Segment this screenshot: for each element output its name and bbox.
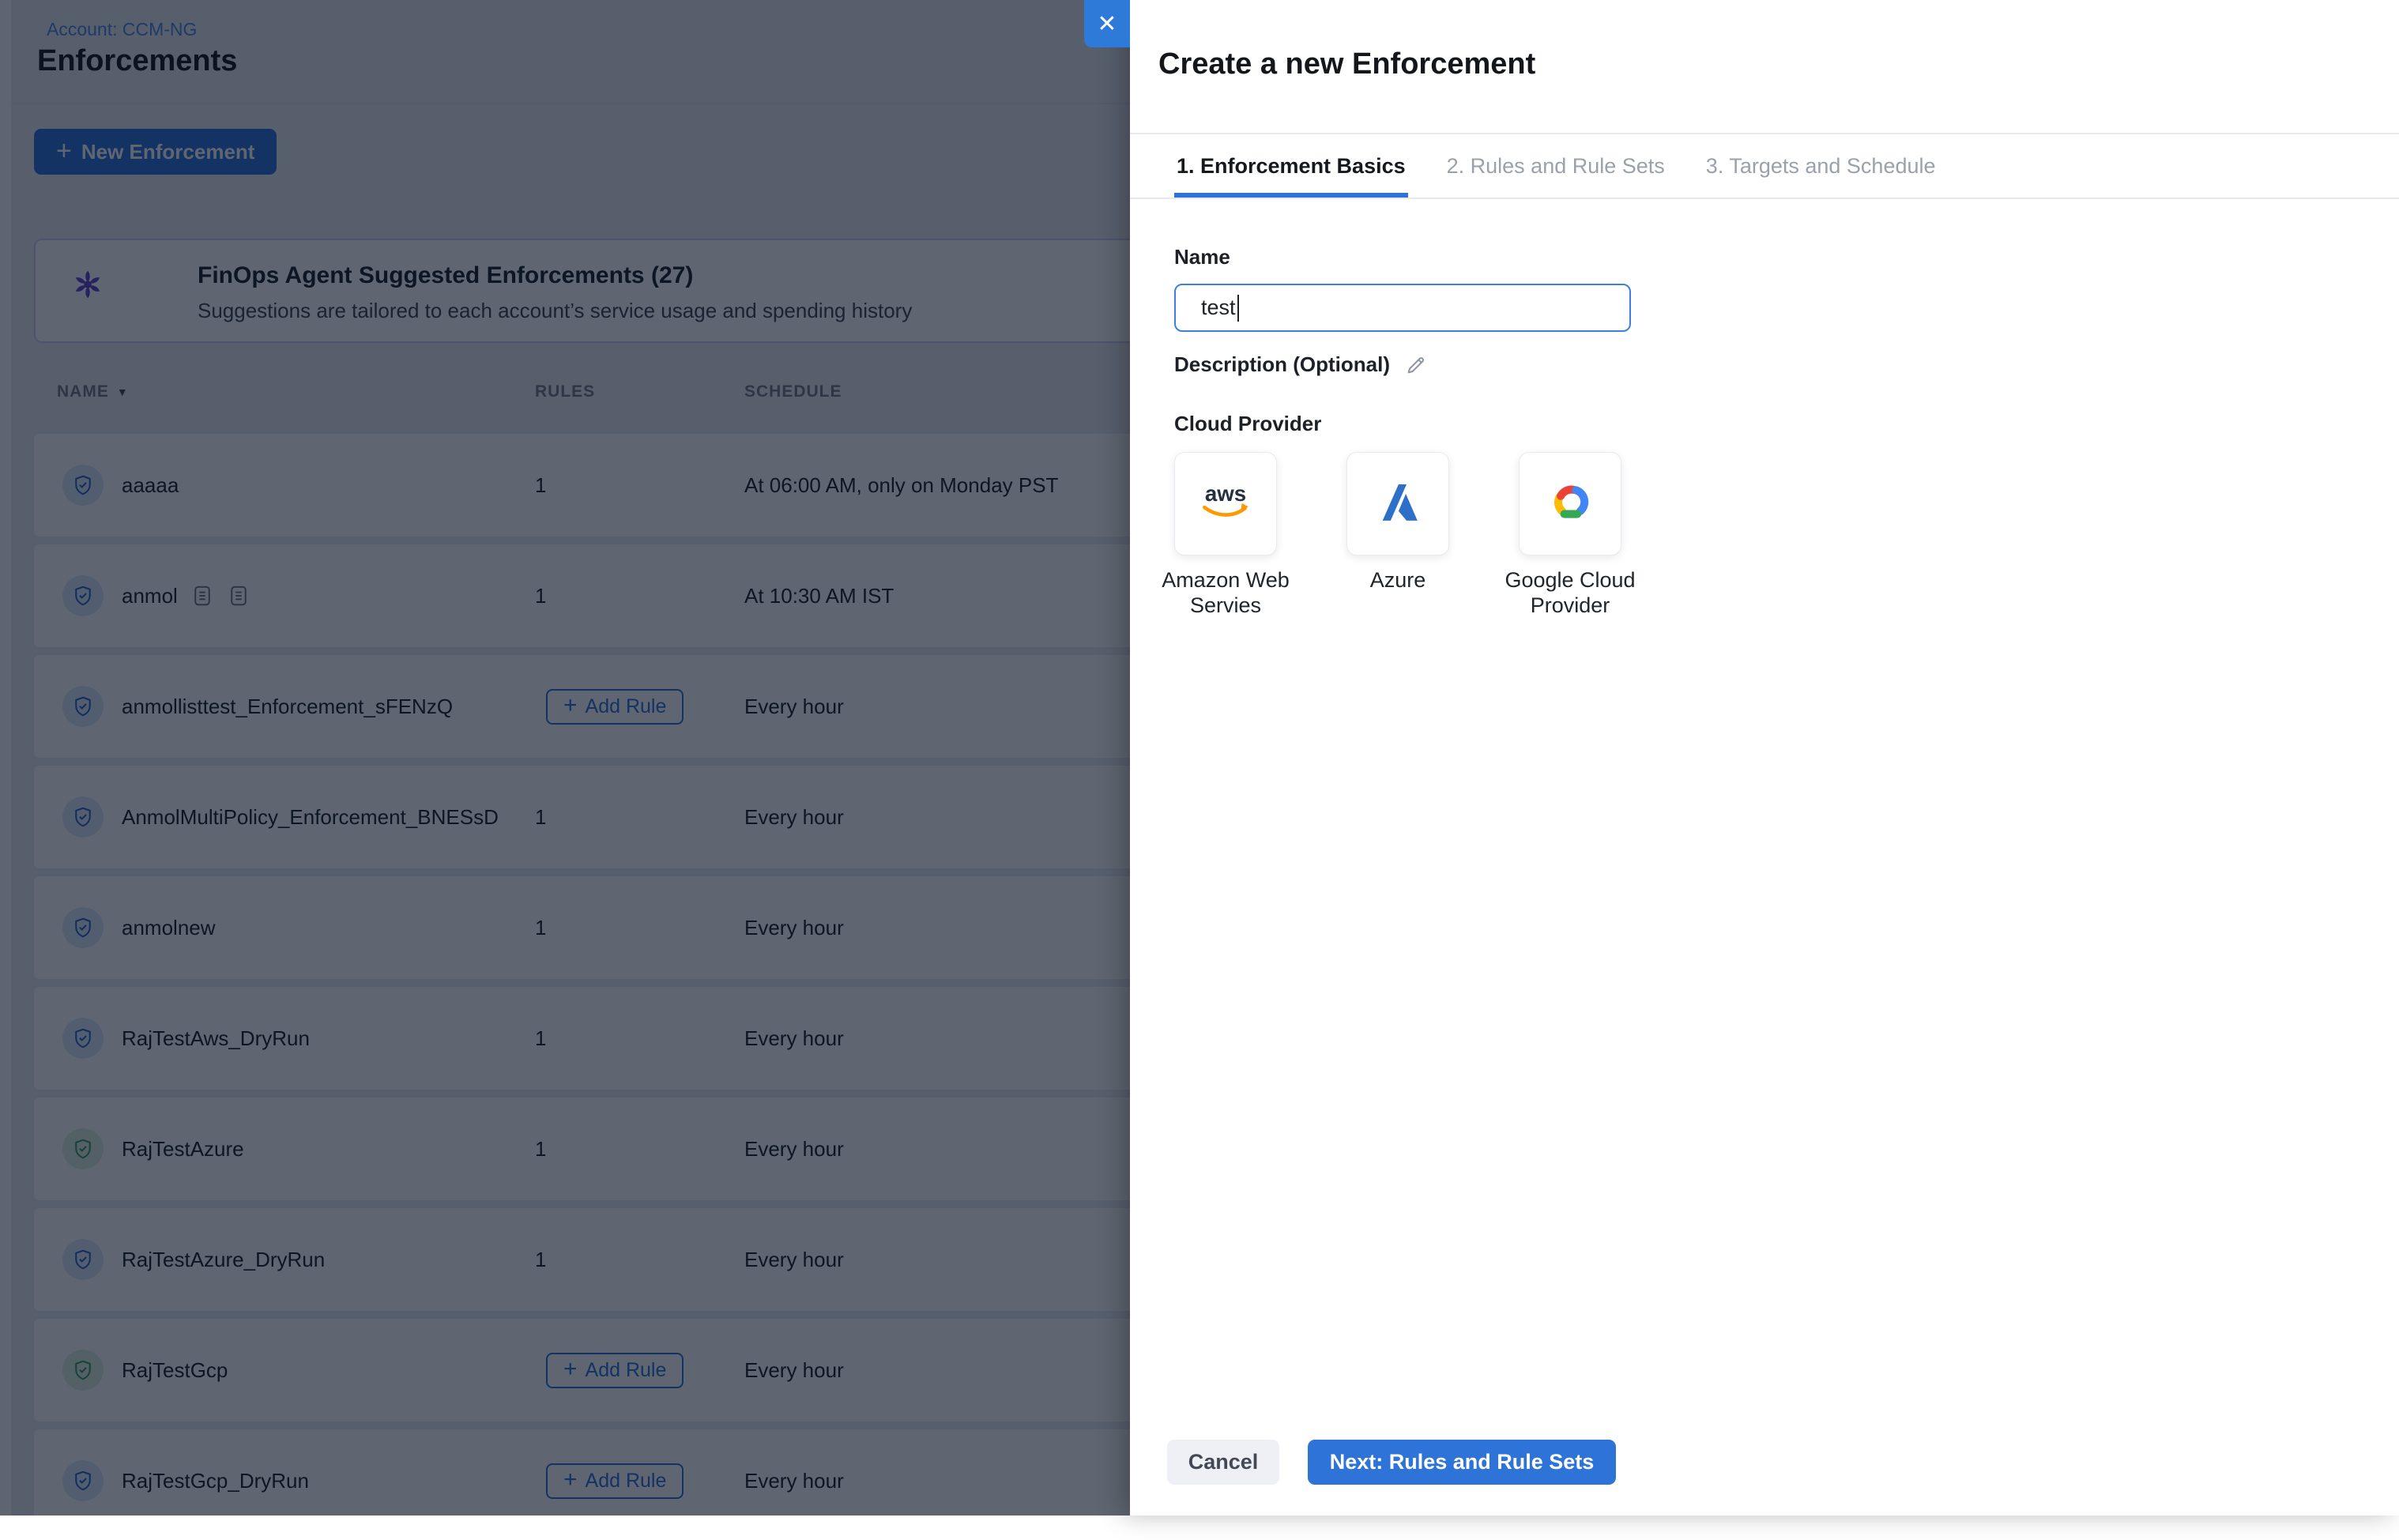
edit-pencil-icon[interactable] — [1404, 353, 1428, 377]
app-root: Account: CCM-NG Enforcements + New Enfor… — [0, 0, 2399, 1516]
name-input[interactable]: test — [1174, 284, 1631, 332]
provider-aws: aws Amazon Web Servies — [1174, 452, 1277, 555]
provider-gcp: Google Cloud Provider — [1519, 452, 1621, 555]
name-label: Name — [1174, 245, 2367, 269]
text-cursor — [1237, 295, 1239, 322]
wizard-tabs: 1. Enforcement Basics 2. Rules and Rule … — [1174, 134, 1938, 198]
svg-text:aws: aws — [1205, 481, 1246, 506]
drawer-footer: Cancel Next: Rules and Rule Sets — [1167, 1440, 1616, 1485]
azure-card[interactable] — [1346, 452, 1449, 555]
cancel-button[interactable]: Cancel — [1167, 1440, 1279, 1485]
cloud-provider-options: aws Amazon Web Servies — [1174, 452, 2367, 555]
provider-label: Azure — [1321, 567, 1475, 593]
description-label: Description (Optional) — [1174, 352, 1390, 377]
provider-label: Amazon Web Servies — [1149, 567, 1303, 618]
provider-azure: Azure — [1346, 452, 1449, 555]
tab-targets-and-schedule[interactable]: 3. Targets and Schedule — [1704, 134, 1938, 198]
azure-logo-icon — [1372, 476, 1424, 532]
gcp-logo-icon — [1544, 476, 1596, 532]
drawer-title: Create a new Enforcement — [1158, 47, 1535, 81]
name-input-value: test — [1201, 296, 1236, 320]
tab-enforcement-basics[interactable]: 1. Enforcement Basics — [1174, 134, 1408, 198]
cloud-provider-label: Cloud Provider — [1174, 412, 2367, 436]
close-button[interactable]: ✕ — [1084, 0, 1130, 47]
close-icon: ✕ — [1097, 10, 1117, 38]
aws-logo-icon: aws — [1193, 476, 1258, 531]
next-button[interactable]: Next: Rules and Rule Sets — [1308, 1440, 1616, 1485]
gcp-card[interactable] — [1519, 452, 1621, 555]
provider-label: Google Cloud Provider — [1493, 567, 1648, 618]
create-enforcement-drawer: ✕ Create a new Enforcement 1. Enforcemen… — [1130, 0, 2399, 1516]
tab-rules-and-rule-sets[interactable]: 2. Rules and Rule Sets — [1444, 134, 1667, 198]
drawer-body: Name test Description (Optional) Cloud P… — [1174, 198, 2367, 555]
aws-card[interactable]: aws — [1174, 452, 1277, 555]
